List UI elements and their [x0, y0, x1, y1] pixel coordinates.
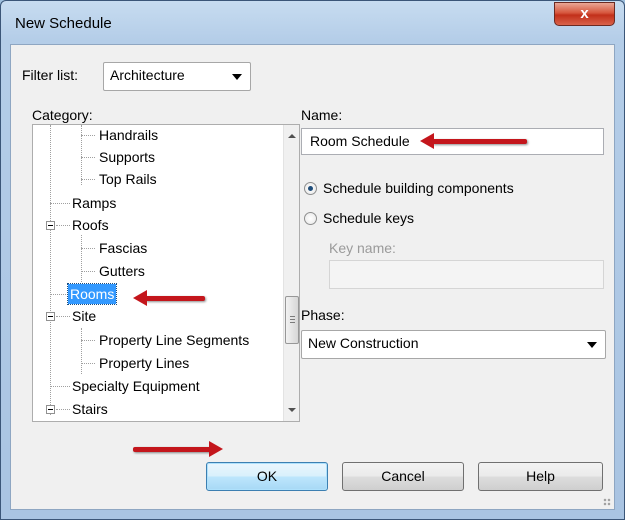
collapse-icon[interactable] — [46, 405, 55, 414]
ok-button[interactable]: OK — [206, 462, 328, 491]
scroll-thumb[interactable] — [285, 296, 299, 344]
annotation-arrow-icon — [420, 133, 527, 149]
annotation-arrow-icon — [133, 441, 223, 457]
tree-guide-line — [81, 340, 95, 341]
tree-guide-line — [50, 386, 70, 387]
tree-guide-line — [50, 294, 68, 295]
tree-item[interactable]: Stairs — [72, 399, 108, 419]
tree-guide-line — [81, 157, 95, 158]
tree-guide-line — [81, 125, 82, 185]
tree-item[interactable]: Fascias — [99, 238, 147, 258]
grip-icon — [290, 322, 295, 323]
chevron-down-icon — [232, 74, 242, 80]
scroll-up-icon[interactable] — [288, 134, 296, 138]
schedule-components-radio[interactable] — [304, 182, 317, 195]
phase-label: Phase: — [301, 307, 345, 323]
category-label: Category: — [32, 107, 93, 123]
title-bar[interactable]: New Schedule x — [1, 1, 624, 45]
help-button[interactable]: Help — [478, 462, 603, 491]
name-value: Room Schedule — [310, 133, 410, 149]
filter-list-dropdown[interactable]: Architecture — [103, 62, 251, 91]
tree-item[interactable]: Supports — [99, 147, 155, 167]
phase-dropdown[interactable]: New Construction — [301, 330, 606, 359]
annotation-arrow-icon — [133, 290, 205, 306]
tree-item[interactable]: Top Rails — [99, 169, 157, 189]
grip-icon — [290, 316, 295, 317]
tree-item[interactable]: Property Line Segments — [99, 330, 249, 350]
close-icon: x — [580, 5, 589, 22]
filter-list-label: Filter list: — [22, 67, 78, 83]
tree-guide-line — [50, 203, 70, 204]
phase-value: New Construction — [308, 335, 419, 351]
tree-item[interactable]: Gutters — [99, 261, 145, 281]
tree-item[interactable]: Handrails — [99, 125, 158, 145]
key-name-field[interactable] — [329, 260, 604, 289]
tree-item[interactable]: Specialty Equipment — [72, 376, 200, 396]
schedule-keys-radio[interactable] — [304, 212, 317, 225]
filter-list-value: Architecture — [110, 67, 185, 83]
tree-item[interactable]: Ramps — [72, 193, 116, 213]
tree-item[interactable]: Site — [72, 306, 96, 326]
category-tree[interactable]: Handrails Supports Top Rails Ramps Roofs… — [32, 124, 300, 422]
cancel-button[interactable]: Cancel — [342, 462, 464, 491]
name-label: Name: — [301, 107, 343, 123]
key-name-label: Key name: — [329, 240, 396, 256]
close-button[interactable]: x — [554, 2, 615, 26]
schedule-components-label[interactable]: Schedule building components — [323, 180, 514, 196]
tree-guide-line — [50, 125, 51, 415]
tree-item[interactable]: Property Lines — [99, 353, 189, 373]
tree-guide-line — [56, 316, 70, 317]
dialog-body: Filter list: Architecture Category: Hand… — [10, 44, 615, 510]
resize-grip-icon[interactable] — [603, 498, 611, 506]
chevron-down-icon — [587, 342, 597, 348]
scroll-down-icon[interactable] — [288, 408, 296, 412]
tree-guide-line — [81, 271, 95, 272]
tree-guide-line — [81, 363, 95, 364]
window-title: New Schedule — [15, 15, 112, 32]
tree-item-selected[interactable]: Rooms — [66, 283, 118, 305]
schedule-keys-label[interactable]: Schedule keys — [323, 210, 414, 226]
tree-scrollbar[interactable] — [283, 125, 299, 421]
collapse-icon[interactable] — [46, 221, 55, 230]
tree-guide-line — [81, 328, 82, 374]
tree-guide-line — [81, 135, 95, 136]
tree-guide-line — [81, 235, 82, 282]
collapse-icon[interactable] — [46, 312, 55, 321]
tree-guide-line — [81, 179, 95, 180]
grip-icon — [290, 319, 295, 320]
tree-guide-line — [81, 248, 95, 249]
tree-item[interactable]: Roofs — [72, 215, 109, 235]
tree-guide-line — [56, 409, 70, 410]
tree-guide-line — [56, 225, 70, 226]
